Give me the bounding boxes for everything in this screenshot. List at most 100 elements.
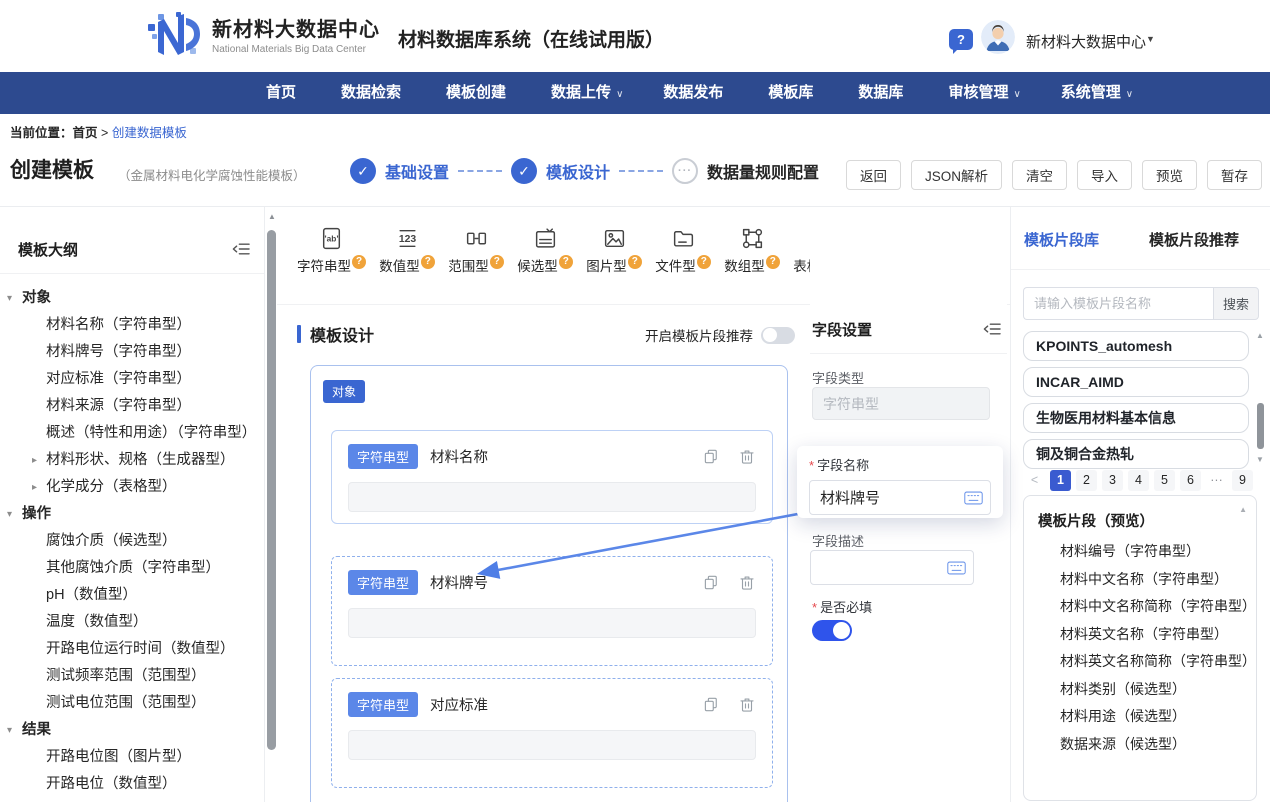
tab-snippet-library[interactable]: 模板片段库: [1024, 229, 1099, 250]
pagination-item[interactable]: 3: [1102, 470, 1123, 491]
tool-image-type[interactable]: 图片型?: [586, 223, 642, 275]
field-value-input[interactable]: [348, 730, 756, 760]
action-button[interactable]: 导入: [1077, 160, 1132, 190]
outline-tree-item[interactable]: 其他腐蚀介质（字符串型）: [0, 555, 258, 582]
keyboard-icon[interactable]: [947, 561, 966, 575]
scrollbar-thumb[interactable]: [267, 230, 276, 750]
action-button[interactable]: 暂存: [1207, 160, 1262, 190]
help-question-icon[interactable]: ?: [559, 255, 573, 269]
field-card-standard[interactable]: 字符串型 对应标准: [331, 678, 773, 788]
pagination-item[interactable]: 6: [1180, 470, 1201, 491]
outline-tree-item[interactable]: ▾对象: [0, 285, 258, 312]
nav-item[interactable]: 数据上传∨: [531, 72, 643, 116]
delete-icon[interactable]: [738, 574, 756, 592]
user-name[interactable]: 新材料大数据中心: [1026, 31, 1146, 52]
field-value-input[interactable]: [348, 608, 756, 638]
snippet-item[interactable]: 生物医用材料基本信息: [1023, 403, 1249, 433]
copy-icon[interactable]: [702, 448, 720, 466]
snippet-search-button[interactable]: 搜索: [1213, 287, 1259, 320]
avatar[interactable]: [981, 20, 1015, 54]
snippet-item[interactable]: 铜及铜合金热轧: [1023, 439, 1249, 469]
snippet-preview-item[interactable]: 数据来源（候选型）: [1024, 731, 1256, 759]
pagination-item[interactable]: 1: [1050, 470, 1071, 491]
required-toggle[interactable]: [812, 620, 852, 641]
collapse-panel-icon[interactable]: [232, 241, 250, 262]
nav-item[interactable]: 首页: [246, 72, 321, 116]
outline-tree-item[interactable]: 概述（特性和用途）（字符串型）: [0, 420, 258, 447]
recommend-toggle[interactable]: [761, 327, 795, 344]
pagination-item[interactable]: 2: [1076, 470, 1097, 491]
copy-icon[interactable]: [702, 696, 720, 714]
user-dropdown-caret[interactable]: ▼: [1146, 34, 1155, 44]
snippet-preview-item[interactable]: 材料编号（字符串型）: [1024, 538, 1256, 566]
scrollbar-up-arrow[interactable]: ▲: [1256, 331, 1264, 340]
snippet-preview-item[interactable]: 材料用途（候选型）: [1024, 703, 1256, 731]
tree-caret-icon[interactable]: ▸: [32, 447, 37, 474]
help-question-icon[interactable]: ?: [697, 255, 711, 269]
tool-range-type[interactable]: 范围型?: [448, 223, 504, 275]
help-question-icon[interactable]: ?: [628, 255, 642, 269]
nav-item[interactable]: 数据库: [838, 72, 928, 116]
outline-tree-item[interactable]: 开路电位图（图片型）: [0, 744, 258, 771]
nav-item[interactable]: 模板创建: [426, 72, 531, 116]
outline-tree-item[interactable]: pH（数值型）: [0, 582, 258, 609]
step-2-label[interactable]: 模板设计: [546, 159, 610, 183]
scrollbar-up-arrow[interactable]: ▲: [268, 212, 276, 221]
breadcrumb-current[interactable]: 创建数据模板: [112, 126, 187, 140]
design-canvas[interactable]: 对象 字符串型 材料名称 字符串型 材料牌号: [310, 365, 788, 802]
snippet-preview-item[interactable]: 材料英文名称（字符串型）: [1024, 621, 1256, 649]
pagination-item[interactable]: <: [1024, 470, 1045, 491]
tool-file-type[interactable]: 文件型?: [655, 223, 711, 275]
field-card-material-name[interactable]: 字符串型 材料名称: [331, 430, 773, 524]
nav-item[interactable]: 数据检索: [321, 72, 426, 116]
tree-caret-icon[interactable]: ▾: [7, 285, 12, 312]
step-1-label[interactable]: 基础设置: [385, 159, 449, 183]
help-question-icon[interactable]: ?: [490, 255, 504, 269]
keyboard-icon[interactable]: [964, 491, 983, 505]
object-badge[interactable]: 对象: [323, 380, 365, 403]
outline-tree-item[interactable]: 动电位极化曲线（图片型）: [0, 798, 258, 802]
copy-icon[interactable]: [702, 574, 720, 592]
outline-tree-item[interactable]: ▾操作: [0, 501, 258, 528]
help-icon[interactable]: ?: [949, 29, 973, 50]
outline-tree-item[interactable]: 温度（数值型）: [0, 609, 258, 636]
snippet-preview-item[interactable]: 材料类别（候选型）: [1024, 676, 1256, 704]
nav-item[interactable]: 模板库: [748, 72, 838, 116]
nav-item[interactable]: 数据发布: [643, 72, 748, 116]
pagination-item[interactable]: 5: [1154, 470, 1175, 491]
snippet-preview-item[interactable]: 材料中文名称简称（字符串型）: [1024, 593, 1256, 621]
action-button[interactable]: 预览: [1142, 160, 1197, 190]
tool-array-type[interactable]: 数组型?: [724, 223, 780, 275]
nav-item[interactable]: 系统管理∨: [1041, 72, 1153, 116]
outline-tree-item[interactable]: 材料牌号（字符串型）: [0, 339, 258, 366]
tree-caret-icon[interactable]: ▸: [32, 474, 37, 501]
help-question-icon[interactable]: ?: [421, 255, 435, 269]
action-button[interactable]: 清空: [1012, 160, 1067, 190]
outline-tree-item[interactable]: 开路电位运行时间（数值型）: [0, 636, 258, 663]
pagination-item[interactable]: 4: [1128, 470, 1149, 491]
outline-tree-item[interactable]: 腐蚀介质（候选型）: [0, 528, 258, 555]
snippet-preview-item[interactable]: 材料英文名称简称（字符串型）: [1024, 648, 1256, 676]
outline-tree-item[interactable]: 对应标准（字符串型）: [0, 366, 258, 393]
tool-number-type[interactable]: 123 数值型?: [379, 223, 435, 275]
scrollbar-down-arrow[interactable]: ▼: [1256, 455, 1264, 464]
tab-snippet-recommend[interactable]: 模板片段推荐: [1149, 229, 1239, 250]
tree-caret-icon[interactable]: ▾: [7, 501, 12, 528]
outline-tree-item[interactable]: ▸材料形状、规格（生成器型）: [0, 447, 258, 474]
field-card-material-grade[interactable]: 字符串型 材料牌号: [331, 556, 773, 666]
outline-tree-item[interactable]: 测试电位范围（范围型）: [0, 690, 258, 717]
nav-item[interactable]: 审核管理∨: [928, 72, 1040, 116]
snippet-item[interactable]: KPOINTS_automesh: [1023, 331, 1249, 361]
outline-tree-item[interactable]: ▾结果: [0, 717, 258, 744]
outline-tree-item[interactable]: 开路电位（数值型）: [0, 771, 258, 798]
delete-icon[interactable]: [738, 696, 756, 714]
snippet-preview-item[interactable]: 材料中文名称（字符串型）: [1024, 566, 1256, 594]
tool-select-type[interactable]: 候选型?: [517, 223, 573, 275]
pagination-item[interactable]: ···: [1206, 470, 1227, 491]
collapse-panel-icon[interactable]: [983, 321, 1001, 342]
scrollbar-thumb[interactable]: [1257, 403, 1264, 449]
delete-icon[interactable]: [738, 448, 756, 466]
pagination-item[interactable]: 9: [1232, 470, 1253, 491]
outline-tree-item[interactable]: 材料来源（字符串型）: [0, 393, 258, 420]
tree-caret-icon[interactable]: ▾: [7, 717, 12, 744]
